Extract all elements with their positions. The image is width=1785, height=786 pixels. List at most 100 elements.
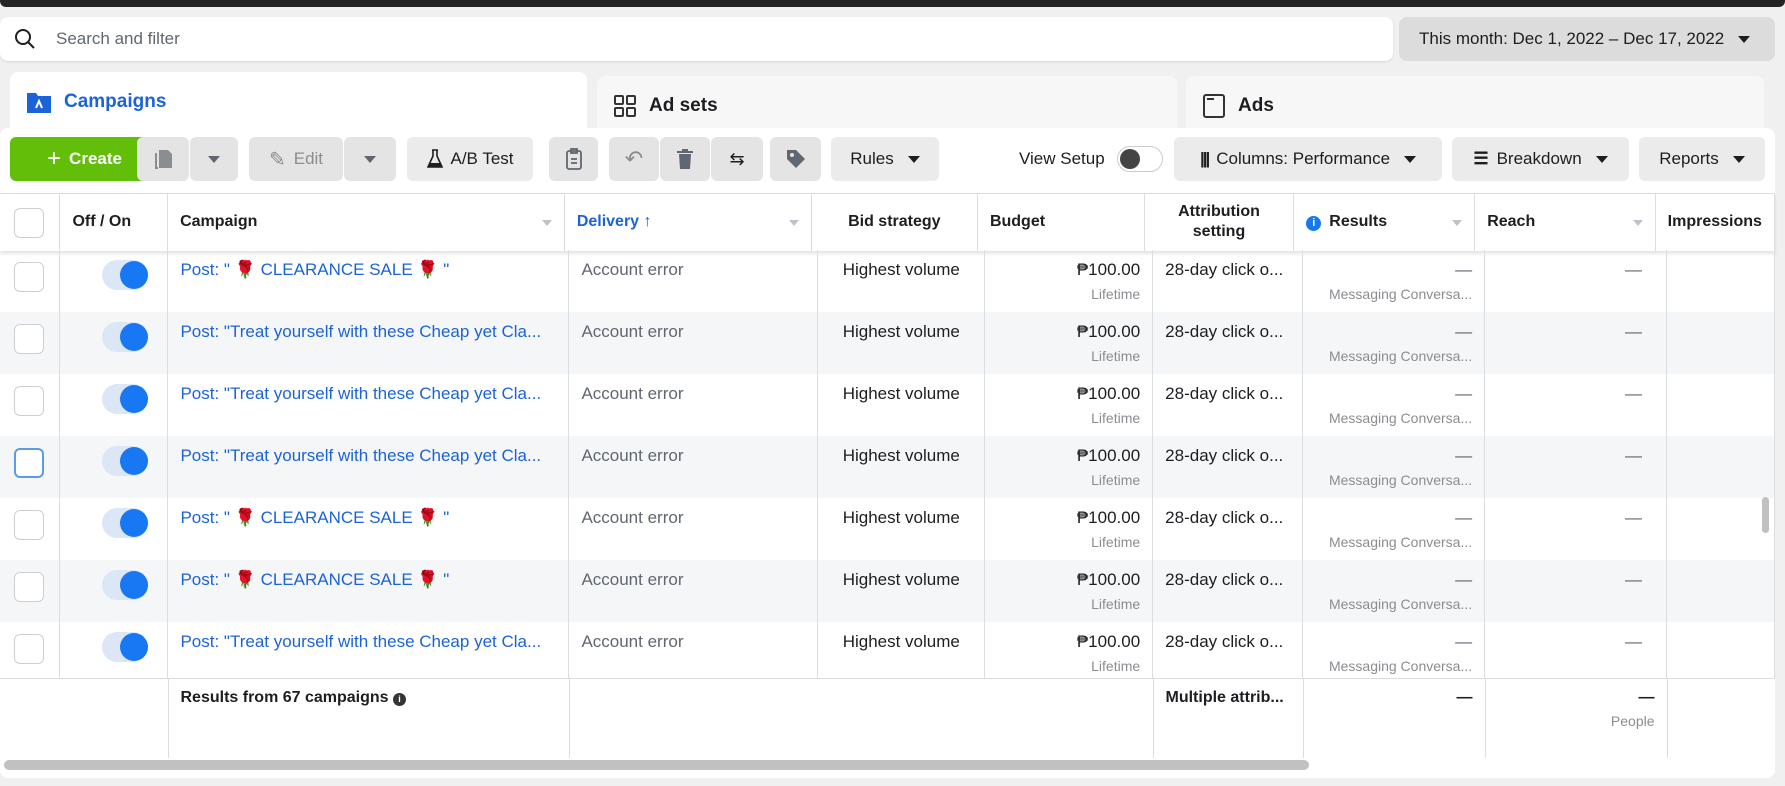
campaign-name-link[interactable]: Post: " 🌹 CLEARANCE SALE 🌹 " xyxy=(167,498,570,560)
table-row[interactable]: Post: "Treat yourself with these Cheap y… xyxy=(0,312,1775,374)
delivery-status: Account error xyxy=(568,436,819,498)
campaign-on-off-toggle[interactable] xyxy=(102,260,149,290)
campaign-name-link[interactable]: Post: "Treat yourself with these Cheap y… xyxy=(167,436,570,498)
select-cell xyxy=(0,560,61,622)
flask-icon xyxy=(426,149,443,168)
window-top-bar xyxy=(0,0,1785,7)
tab-ad-sets[interactable]: Ad sets xyxy=(597,76,1177,136)
horizontal-scrollbar[interactable] xyxy=(4,760,1309,770)
row-checkbox[interactable] xyxy=(14,448,44,478)
campaign-name-link[interactable]: Post: " 🌹 CLEARANCE SALE 🌹 " xyxy=(167,250,570,312)
info-icon: i xyxy=(393,693,407,706)
tab-ads[interactable]: Ads xyxy=(1186,76,1764,136)
campaign-name-link[interactable]: Post: "Treat yourself with these Cheap y… xyxy=(167,312,570,374)
sort-icon xyxy=(1452,220,1463,226)
campaign-on-off-toggle[interactable] xyxy=(102,632,149,662)
campaign-on-off-toggle[interactable] xyxy=(102,384,149,414)
attribution-setting: 28-day click o... xyxy=(1152,436,1304,498)
delivery-status: Account error xyxy=(568,250,819,312)
budget-amount: ₱100.00 xyxy=(1076,322,1141,341)
column-off-on[interactable]: Off / On xyxy=(59,193,169,251)
table-row[interactable]: Post: "Treat yourself with these Cheap y… xyxy=(0,436,1775,498)
search-input[interactable] xyxy=(56,29,1256,49)
select-all-checkbox[interactable] xyxy=(14,208,44,239)
row-checkbox[interactable] xyxy=(14,572,44,602)
table-row[interactable]: Post: "Treat yourself with these Cheap y… xyxy=(0,374,1775,436)
tag-button[interactable] xyxy=(770,137,821,181)
campaign-name-link[interactable]: Post: " 🌹 CLEARANCE SALE 🌹 " xyxy=(167,560,570,622)
column-results[interactable]: i Results xyxy=(1293,193,1476,251)
ab-test-button[interactable]: A/B Test xyxy=(407,137,533,181)
select-cell xyxy=(0,498,61,560)
date-range-picker[interactable]: This month: Dec 1, 2022 – Dec 17, 2022 xyxy=(1399,17,1775,61)
campaign-on-off-toggle[interactable] xyxy=(102,508,149,538)
toggle-cell xyxy=(59,622,169,678)
campaign-on-off-toggle[interactable] xyxy=(102,570,149,600)
duplicate-dropdown[interactable] xyxy=(190,137,238,181)
search-bar[interactable] xyxy=(0,17,1393,61)
campaign-on-off-toggle[interactable] xyxy=(102,322,149,352)
results-value: — xyxy=(1455,260,1473,279)
vertical-scrollbar[interactable] xyxy=(1762,497,1769,533)
table-row[interactable]: Post: "Treat yourself with these Cheap y… xyxy=(0,622,1775,678)
column-bid-strategy[interactable]: Bid strategy xyxy=(811,193,978,251)
column-delivery[interactable]: Delivery ↑ xyxy=(564,193,812,251)
results-type: Messaging Conversa... xyxy=(1328,534,1473,550)
rules-button[interactable]: Rules xyxy=(831,137,939,181)
column-attribution[interactable]: Attribution setting xyxy=(1144,193,1295,251)
info-icon: i xyxy=(1306,216,1322,232)
clipboard-button[interactable] xyxy=(549,137,598,181)
reach-value: — xyxy=(1484,436,1667,498)
tab-campaigns[interactable]: Campaigns xyxy=(10,72,587,132)
undo-button[interactable]: ↶ xyxy=(609,137,659,181)
column-campaign[interactable]: Campaign xyxy=(167,193,565,251)
campaign-on-off-toggle[interactable] xyxy=(102,446,149,476)
table-body[interactable]: Post: " 🌹 CLEARANCE SALE 🌹 " Account err… xyxy=(0,250,1775,678)
select-cell xyxy=(0,374,61,436)
attribution-setting: 28-day click o... xyxy=(1152,622,1304,678)
row-checkbox[interactable] xyxy=(14,386,44,416)
column-budget[interactable]: Budget xyxy=(977,193,1145,251)
reach-unit: People xyxy=(1610,713,1655,729)
table-row[interactable]: Post: " 🌹 CLEARANCE SALE 🌹 " Account err… xyxy=(0,250,1775,312)
breakdown-button[interactable]: ☰ Breakdown xyxy=(1452,137,1629,181)
trash-icon xyxy=(677,149,693,169)
table-row[interactable]: Post: " 🌹 CLEARANCE SALE 🌹 " Account err… xyxy=(0,498,1775,560)
budget-amount: ₱100.00 xyxy=(1076,508,1141,527)
results-cell: — Messaging Conversa... xyxy=(1302,312,1486,374)
budget-cell: ₱100.00 Lifetime xyxy=(984,436,1154,498)
bid-strategy: Highest volume xyxy=(817,436,986,498)
toggle-cell xyxy=(59,560,169,622)
edit-button[interactable]: ✎ Edit xyxy=(249,137,343,181)
duplicate-button[interactable] xyxy=(137,137,189,181)
ad-frame-icon xyxy=(1203,94,1225,118)
view-setup-toggle[interactable] xyxy=(1117,146,1163,172)
table-row[interactable]: Post: " 🌹 CLEARANCE SALE 🌹 " Account err… xyxy=(0,560,1775,622)
results-value: — xyxy=(1455,508,1473,527)
reports-button[interactable]: Reports xyxy=(1639,137,1765,181)
toggle-cell xyxy=(59,250,169,312)
row-checkbox[interactable] xyxy=(14,324,44,354)
column-label: Results xyxy=(1329,213,1388,231)
row-checkbox[interactable] xyxy=(14,262,44,292)
column-reach[interactable]: Reach xyxy=(1474,193,1656,251)
edit-dropdown[interactable] xyxy=(344,137,396,181)
budget-cell: ₱100.00 Lifetime xyxy=(984,312,1154,374)
caret-down-icon xyxy=(1595,155,1608,163)
column-impressions[interactable]: Impressions xyxy=(1655,193,1776,251)
reach-value: — xyxy=(1484,498,1667,560)
columns-button[interactable]: ||| Columns: Performance xyxy=(1174,137,1442,181)
impressions-value xyxy=(1666,312,1775,374)
campaign-name-link[interactable]: Post: "Treat yourself with these Cheap y… xyxy=(167,374,570,436)
campaigns-panel: + Create ✎ Edit A/B Test ↶ ⇆ Rules View Se… xyxy=(0,128,1776,778)
budget-type: Lifetime xyxy=(1091,596,1141,612)
row-checkbox[interactable] xyxy=(14,634,44,664)
sort-icon xyxy=(1632,220,1643,226)
swap-icon: ⇆ xyxy=(729,148,745,169)
results-value: — xyxy=(1455,570,1473,589)
export-button[interactable]: ⇆ xyxy=(711,137,763,181)
campaign-name-link[interactable]: Post: "Treat yourself with these Cheap y… xyxy=(167,622,570,678)
row-checkbox[interactable] xyxy=(14,510,44,540)
delete-button[interactable] xyxy=(660,137,710,181)
breakdown-icon: ☰ xyxy=(1473,149,1489,168)
